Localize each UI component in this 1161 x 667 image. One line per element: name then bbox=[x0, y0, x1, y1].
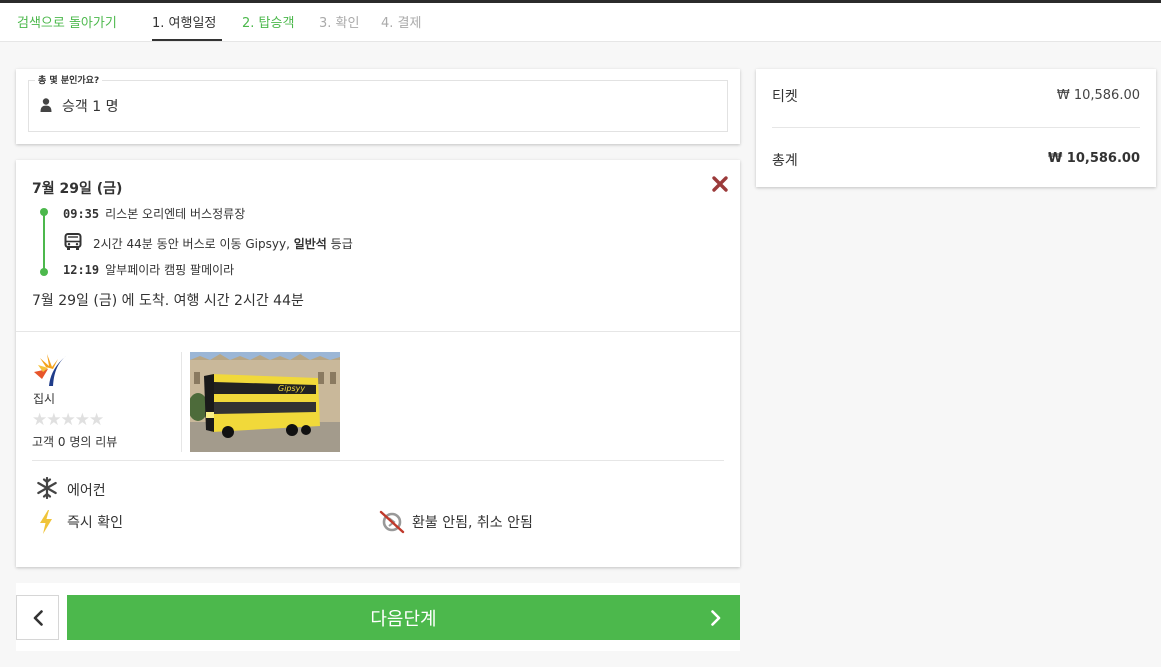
chevron-right-icon bbox=[711, 610, 721, 626]
chevron-left-icon bbox=[33, 610, 43, 626]
passenger-count: 승객 1 명 bbox=[62, 99, 119, 115]
ticket-price: ₩ 10,586.00 bbox=[1056, 88, 1140, 103]
active-step-underline bbox=[152, 39, 222, 41]
travel-info: 2시간 44분 동안 버스로 이동 Gipsyy, 일반석 등급 bbox=[93, 235, 353, 252]
back-to-search-link[interactable]: 검색으로 돌아가기 bbox=[17, 12, 117, 31]
passenger-selector[interactable]: 총 몇 분인가요? 승객 1 명 bbox=[28, 73, 728, 132]
vertical-divider bbox=[181, 352, 182, 452]
review-count: 고객 0 명의 리뷰 bbox=[32, 435, 118, 449]
summary-divider bbox=[772, 127, 1140, 128]
snowflake-icon bbox=[37, 477, 57, 499]
bus-photo[interactable]: Gipsyy bbox=[190, 352, 340, 452]
class-suffix: 등급 bbox=[326, 237, 353, 251]
arrival-time: 12:19 bbox=[63, 263, 100, 277]
no-refund-icon bbox=[379, 510, 405, 534]
arrival-place: 알부페이라 캠핑 팔메이라 bbox=[105, 263, 235, 277]
rating-stars: ★★★★★ bbox=[32, 410, 104, 430]
close-icon[interactable] bbox=[711, 175, 729, 193]
departure-stop: 09:35 리스본 오리엔테 버스정류장 bbox=[63, 205, 245, 222]
operator-logo bbox=[34, 354, 66, 386]
bus-icon bbox=[64, 233, 82, 250]
trip-card: 7월 29일 (금) 09:35 리스본 오리엔테 버스정류장 2시간 44분 동… bbox=[16, 160, 740, 567]
arrival-summary: 7월 29일 (금) 에 도착. 여행 시간 2시간 44분 bbox=[32, 293, 304, 309]
lightning-icon bbox=[40, 510, 52, 534]
feature-refund: 환불 안됨, 취소 안됨 bbox=[412, 515, 533, 531]
step-itinerary[interactable]: 1. 여행일정 bbox=[152, 12, 216, 31]
svg-text:Gipsyy: Gipsyy bbox=[278, 384, 305, 393]
operator-name: 집시 bbox=[33, 392, 56, 406]
step-confirm: 3. 확인 bbox=[319, 16, 360, 31]
trip-date: 7월 29일 (금) bbox=[32, 181, 123, 197]
arrival-stop: 12:19 알부페이라 캠핑 팔메이라 bbox=[63, 261, 234, 278]
timeline-start-dot bbox=[40, 208, 48, 216]
section-divider bbox=[16, 331, 740, 332]
ticket-label: 티켓 bbox=[772, 89, 798, 105]
next-step-label: 다음단계 bbox=[370, 609, 437, 630]
departure-time: 09:35 bbox=[63, 207, 100, 221]
booking-steps: 검색으로 돌아가기 1. 여행일정 2. 탑승객 3. 확인 4. 결제 bbox=[0, 3, 1161, 42]
travel-duration-operator: 2시간 44분 동안 버스로 이동 Gipsyy, bbox=[93, 237, 294, 251]
step-passengers[interactable]: 2. 탑승객 bbox=[242, 12, 294, 31]
price-summary: 티켓 ₩ 10,586.00 총계 ₩ 10,586.00 bbox=[756, 69, 1156, 187]
total-price: ₩ 10,586.00 bbox=[1047, 151, 1140, 166]
step-payment: 4. 결제 bbox=[381, 16, 422, 31]
feature-aircon: 에어컨 bbox=[67, 483, 106, 499]
passenger-legend: 총 몇 분인가요? bbox=[35, 73, 103, 86]
departure-place: 리스본 오리엔테 버스정류장 bbox=[105, 207, 246, 221]
person-icon bbox=[40, 98, 52, 112]
step-navigation: 다음단계 bbox=[16, 583, 740, 651]
feature-instant: 즉시 확인 bbox=[67, 515, 123, 531]
seat-class: 일반석 bbox=[293, 237, 327, 251]
features-divider bbox=[32, 460, 724, 461]
passenger-card: 총 몇 분인가요? 승객 1 명 bbox=[16, 69, 740, 144]
timeline-line bbox=[43, 211, 45, 272]
next-step-button[interactable]: 다음단계 bbox=[67, 595, 740, 640]
previous-button[interactable] bbox=[16, 595, 59, 640]
timeline-end-dot bbox=[40, 268, 48, 276]
total-label: 총계 bbox=[772, 153, 798, 169]
